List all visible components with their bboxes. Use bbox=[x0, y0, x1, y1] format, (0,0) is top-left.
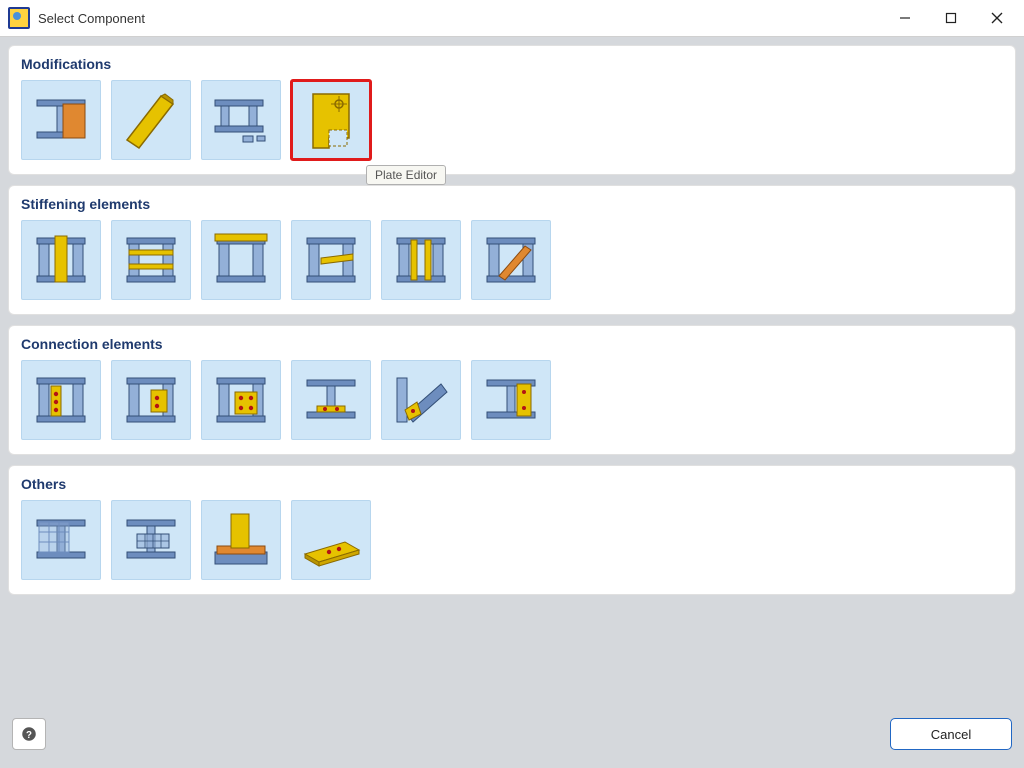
conn-flange-plate[interactable] bbox=[111, 360, 191, 440]
panel: Others bbox=[8, 465, 1016, 595]
conn-brace[interactable] bbox=[381, 360, 461, 440]
frame-top-cap-icon bbox=[207, 226, 275, 294]
close-button[interactable] bbox=[974, 0, 1020, 36]
help-button[interactable]: ? bbox=[12, 718, 46, 750]
panel: Stiffening elements bbox=[8, 185, 1016, 315]
conn-seated[interactable] bbox=[291, 360, 371, 440]
frame-mid-shelf-icon bbox=[297, 226, 365, 294]
frame-brace-icon bbox=[477, 226, 545, 294]
maximize-button[interactable] bbox=[928, 0, 974, 36]
conn-end-plate[interactable] bbox=[21, 360, 101, 440]
other-base-plate[interactable] bbox=[291, 500, 371, 580]
panel-title: Stiffening elements bbox=[21, 196, 1003, 212]
content-area: Modifications Plate Editor Stiffening elem… bbox=[0, 37, 1024, 708]
cancel-button-label: Cancel bbox=[931, 727, 971, 742]
beam-on-seat-icon bbox=[297, 366, 365, 434]
stiffener-cap[interactable] bbox=[201, 220, 281, 300]
plate-editor-icon bbox=[297, 86, 365, 154]
stiffener-web[interactable] bbox=[21, 220, 101, 300]
footer: ? Cancel bbox=[0, 708, 1024, 768]
panel-title: Others bbox=[21, 476, 1003, 492]
tile-row bbox=[21, 360, 1003, 440]
stiffener-brace[interactable] bbox=[471, 220, 551, 300]
conn-splice[interactable] bbox=[471, 360, 551, 440]
beam-assembly-icon bbox=[207, 86, 275, 154]
anchor-block-icon bbox=[207, 506, 275, 574]
panel-title: Modifications bbox=[21, 56, 1003, 72]
maximize-icon bbox=[945, 12, 957, 24]
close-icon bbox=[991, 12, 1003, 24]
stiffener-mid-shelf[interactable] bbox=[291, 220, 371, 300]
column-plate-side-icon bbox=[117, 366, 185, 434]
tile-row bbox=[21, 220, 1003, 300]
frame-double-icon bbox=[387, 226, 455, 294]
frame-horizontal-bars-icon bbox=[117, 226, 185, 294]
window-title: Select Component bbox=[38, 11, 145, 26]
grid-panel-icon bbox=[27, 506, 95, 574]
stiffener-horizontal[interactable] bbox=[111, 220, 191, 300]
other-grid[interactable] bbox=[21, 500, 101, 580]
panel: Connection elements bbox=[8, 325, 1016, 455]
beam-assembly-mod[interactable] bbox=[201, 80, 281, 160]
panel-title: Connection elements bbox=[21, 336, 1003, 352]
titlebar-left: Select Component bbox=[8, 7, 145, 29]
window-controls bbox=[882, 0, 1020, 36]
minimize-icon bbox=[899, 12, 911, 24]
minimize-button[interactable] bbox=[882, 0, 928, 36]
plate-icon bbox=[117, 86, 185, 154]
stiffener-double[interactable] bbox=[381, 220, 461, 300]
cancel-button[interactable]: Cancel bbox=[890, 718, 1012, 750]
plate-editor[interactable]: Plate Editor bbox=[291, 80, 371, 160]
plate-mod[interactable] bbox=[111, 80, 191, 160]
conn-double-plate[interactable] bbox=[201, 360, 281, 440]
titlebar: Select Component bbox=[0, 0, 1024, 37]
tile-row bbox=[21, 500, 1003, 580]
beam-splice-icon bbox=[477, 366, 545, 434]
beam-block-icon bbox=[117, 506, 185, 574]
beam-section-icon bbox=[27, 86, 95, 154]
column-plate-icon bbox=[27, 366, 95, 434]
svg-text:?: ? bbox=[26, 730, 32, 741]
dialog-window: Select Component ModificationsPlate bbox=[0, 0, 1024, 768]
beam-section-mod[interactable] bbox=[21, 80, 101, 160]
base-plate-icon bbox=[297, 506, 365, 574]
frame-center-panel-icon bbox=[27, 226, 95, 294]
diagonal-brace-icon bbox=[387, 366, 455, 434]
other-anchor[interactable] bbox=[201, 500, 281, 580]
tile-row: Plate Editor bbox=[21, 80, 1003, 160]
other-block[interactable] bbox=[111, 500, 191, 580]
column-plate-square-icon bbox=[207, 366, 275, 434]
help-icon: ? bbox=[20, 725, 38, 743]
tooltip: Plate Editor bbox=[366, 165, 446, 185]
panel: Modifications Plate Editor bbox=[8, 45, 1016, 175]
app-icon bbox=[8, 7, 30, 29]
